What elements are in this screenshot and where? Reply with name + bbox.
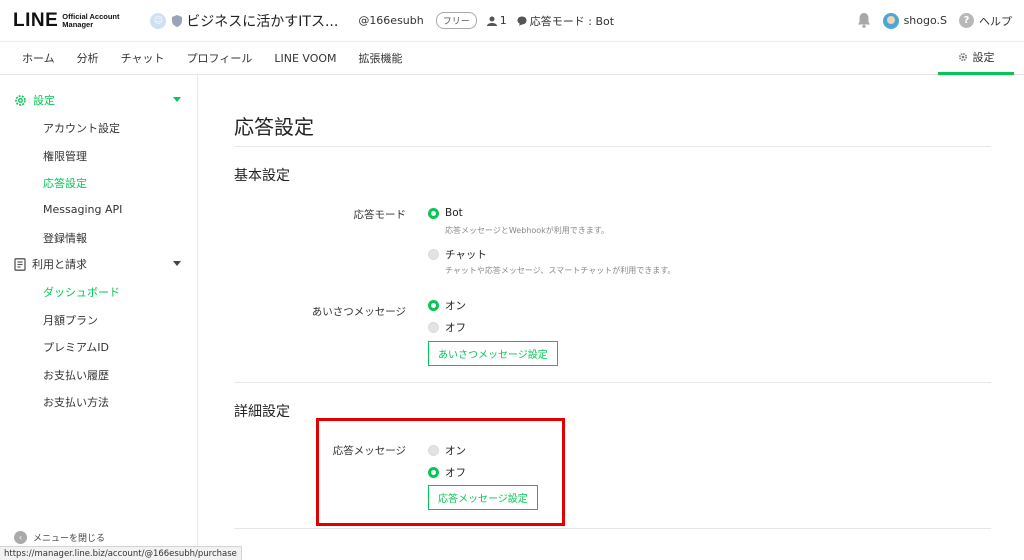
bell-icon[interactable]: [857, 13, 871, 28]
sidebar: 設定 アカウント設定 権限管理 応答設定 Messaging API 登録情報 …: [0, 75, 198, 560]
account-avatar-icon[interactable]: ☺: [150, 12, 167, 29]
sidebar-item-payment-method[interactable]: お支払い方法: [43, 394, 109, 410]
main-nav: ホーム 分析 チャット プロフィール LINE VOOM 拡張機能 設定: [0, 42, 1024, 75]
tab-chat[interactable]: チャット: [121, 50, 165, 66]
user-name[interactable]: shogo.S: [904, 14, 947, 27]
gear-icon: [15, 94, 26, 106]
radio-greeting-off[interactable]: オフ: [428, 320, 466, 335]
sidebar-item-payment-history[interactable]: お支払い履歴: [43, 367, 109, 383]
tab-extensions[interactable]: 拡張機能: [359, 50, 403, 66]
sidebar-item-messaging-api[interactable]: Messaging API: [43, 203, 122, 216]
radio-selected-icon: [428, 207, 439, 219]
radio-greeting-off-label: オフ: [445, 322, 466, 334]
radio-greeting-on[interactable]: オン: [428, 298, 466, 313]
line-logo[interactable]: LINE Official Account Manager: [13, 10, 132, 32]
member-count: 1: [486, 14, 507, 27]
tab-profile[interactable]: プロフィール: [187, 50, 253, 66]
gear-icon: [958, 52, 967, 62]
person-icon: [486, 16, 497, 26]
sidebar-item-permissions[interactable]: 権限管理: [43, 148, 87, 164]
divider: [234, 146, 991, 147]
top-bar: LINE Official Account Manager ☺ ビジネスに活かす…: [0, 0, 1024, 42]
sidebar-item-response-settings[interactable]: 応答設定: [43, 175, 87, 191]
sidebar-item-premium-id[interactable]: プレミアムID: [43, 339, 109, 355]
tab-analytics[interactable]: 分析: [77, 50, 99, 66]
sidebar-item-account-settings[interactable]: アカウント設定: [43, 120, 120, 136]
sidebar-item-dashboard[interactable]: ダッシュボード: [43, 284, 120, 300]
chevron-down-icon: [173, 97, 181, 102]
tab-settings-label: 設定: [972, 51, 995, 64]
divider: [234, 528, 991, 529]
account-id: @166esubh: [358, 14, 424, 27]
document-icon: [14, 257, 26, 271]
member-count-value: 1: [499, 14, 507, 27]
account-name[interactable]: ビジネスに活かすITス...: [186, 11, 338, 31]
logo-main: LINE: [13, 9, 59, 31]
radio-unselected-icon: [428, 322, 439, 333]
radio-bot[interactable]: Bot: [428, 207, 463, 219]
radio-selected-icon: [428, 300, 439, 311]
radio-unselected-icon: [428, 249, 439, 260]
response-mode-label: 応答モード: [353, 209, 407, 221]
logo-sub: Official Account Manager: [62, 11, 120, 29]
help-link[interactable]: ヘルプ: [979, 13, 1012, 29]
radio-chat-label: チャット: [445, 249, 487, 261]
sidebar-item-monthly-plan[interactable]: 月額プラン: [43, 312, 98, 328]
chat-description: チャットや応答メッセージ、スマートチャットが利用できます。: [445, 266, 676, 275]
user-avatar[interactable]: [882, 12, 899, 29]
help-icon[interactable]: ?: [959, 13, 974, 28]
sidebar-group-billing-label: 利用と請求: [32, 258, 87, 271]
close-menu-button[interactable]: ‹ メニューを閉じる: [14, 531, 105, 544]
radio-greeting-on-label: オン: [445, 300, 466, 312]
bot-description: 応答メッセージとWebhookが利用できます。: [445, 226, 609, 235]
radio-bot-label: Bot: [445, 207, 463, 219]
greeting-message-settings-button[interactable]: あいさつメッセージ設定: [428, 341, 558, 366]
chevron-down-icon: [173, 261, 181, 266]
tab-settings[interactable]: 設定: [938, 42, 1014, 75]
sidebar-group-billing[interactable]: 利用と請求: [0, 251, 198, 277]
chevron-left-icon: ‹: [14, 531, 27, 544]
divider: [234, 382, 991, 383]
radio-chat[interactable]: チャット: [428, 247, 487, 262]
page-title: 応答設定: [234, 115, 314, 139]
shield-icon: [172, 14, 183, 27]
response-mode-text: 応答モード : Bot: [529, 14, 615, 28]
section-title-basic: 基本設定: [234, 168, 290, 184]
sidebar-group-settings-label: 設定: [33, 94, 55, 107]
tab-line-voom[interactable]: LINE VOOM: [274, 52, 336, 65]
close-menu-label: メニューを閉じる: [33, 534, 106, 544]
status-url: https://manager.line.biz/account/@166esu…: [0, 546, 242, 560]
highlight-box: [316, 418, 565, 526]
plan-badge: フリー: [435, 12, 477, 29]
response-mode-status[interactable]: 応答モード : Bot: [517, 13, 614, 29]
section-title-detail: 詳細設定: [234, 404, 290, 420]
tab-home[interactable]: ホーム: [22, 50, 55, 66]
sidebar-item-registration[interactable]: 登録情報: [43, 230, 87, 246]
chat-bubble-icon: [517, 16, 527, 26]
sidebar-group-settings[interactable]: 設定: [0, 87, 198, 113]
main-content: 応答設定 基本設定 応答モード Bot 応答メッセージとWebhookが利用でき…: [199, 75, 1024, 560]
greeting-message-label: あいさつメッセージ: [311, 306, 406, 318]
